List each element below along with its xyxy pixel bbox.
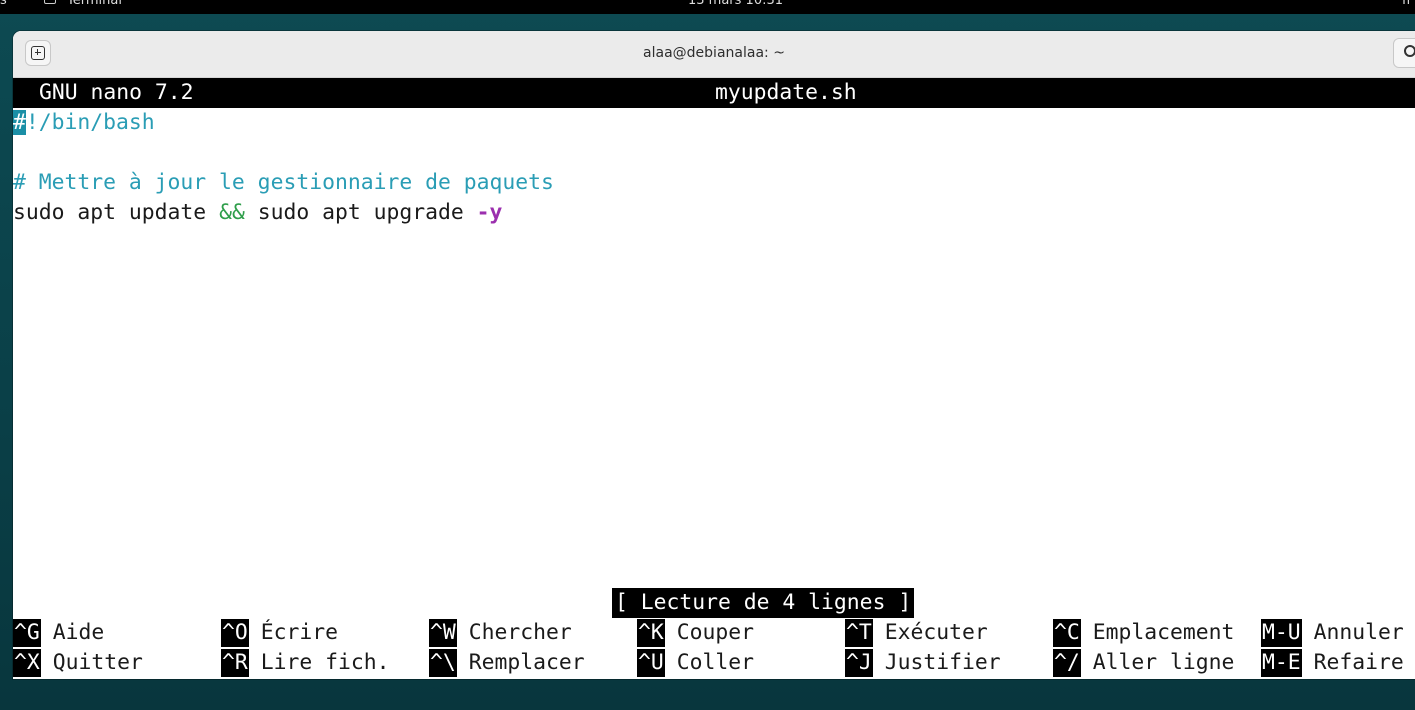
editor-line-command[interactable]: sudo apt update && sudo apt upgrade -y (13, 198, 502, 228)
shortcut-key: ^W (429, 619, 457, 647)
shortcut-label: Remplacer (468, 650, 585, 675)
shortcut-cut[interactable]: ^K Couper (637, 618, 754, 648)
shortcut-label: Annuler (1313, 620, 1404, 645)
app-menu-label[interactable]: Terminal (67, 0, 122, 8)
shortcut-key: ^U (637, 649, 665, 677)
command-part-1: sudo apt update (13, 200, 220, 225)
shortcut-label: Justifier (884, 650, 1001, 675)
nano-version: GNU nano 7.2 (39, 80, 194, 105)
shortcut-read-file[interactable]: ^R Lire fich. (221, 648, 390, 678)
window-title: alaa@debianalaa: ~ (643, 45, 785, 61)
shortcut-label: Aide (52, 620, 105, 645)
shortcut-label: Coller (676, 650, 755, 675)
window-titlebar[interactable]: alaa@debianalaa: ~ (13, 31, 1415, 78)
shortcut-key: ^/ (1053, 649, 1081, 677)
command-part-2: sudo apt upgrade (244, 200, 477, 225)
nano-status-message: [ Lecture de 4 lignes ] (612, 588, 915, 618)
shortcut-label: Refaire (1313, 650, 1404, 675)
search-icon (1404, 45, 1415, 57)
terminal-content[interactable]: GNU nano 7.2 myupdate.sh #!/bin/bash # M… (13, 78, 1415, 679)
search-button[interactable] (1393, 38, 1415, 68)
shortcut-write[interactable]: ^O Écrire (221, 618, 338, 648)
shortcut-exit[interactable]: ^X Quitter (13, 648, 143, 678)
shortcut-key: ^K (637, 619, 665, 647)
shortcut-key: ^R (221, 649, 249, 677)
shortcut-location[interactable]: ^C Emplacement (1053, 618, 1234, 648)
terminal-app-icon (44, 0, 56, 4)
shortcut-key: M-E (1261, 649, 1302, 677)
gnome-top-bar: s Terminal 13 mars 10:31 fr (0, 0, 1415, 14)
editor-line-comment[interactable]: # Mettre à jour le gestionnaire de paque… (13, 168, 554, 198)
shortcut-search[interactable]: ^W Chercher (429, 618, 572, 648)
shortcut-justify[interactable]: ^J Justifier (845, 648, 1001, 678)
shortcut-label: Quitter (52, 650, 143, 675)
editor-line-shebang[interactable]: #!/bin/bash (13, 108, 155, 138)
shortcut-go-to-line[interactable]: ^/ Aller ligne (1053, 648, 1234, 678)
shortcut-key: ^\ (429, 649, 457, 677)
shortcut-label: Aller ligne (1092, 650, 1235, 675)
shortcut-key: ^O (221, 619, 249, 647)
shortcut-key: M-U (1261, 619, 1302, 647)
shortcut-undo[interactable]: M-U Annuler (1261, 618, 1404, 648)
shebang-text: !/bin/bash (25, 110, 155, 135)
shortcut-label: Couper (676, 620, 755, 645)
shortcut-execute[interactable]: ^T Exécuter (845, 618, 988, 648)
shortcut-key: ^C (1053, 619, 1081, 647)
clock[interactable]: 13 mars 10:31 (688, 0, 783, 8)
shortcut-label: Écrire (260, 620, 339, 645)
text-cursor: # (13, 110, 26, 135)
activities-button[interactable]: s (0, 0, 7, 8)
shortcut-replace[interactable]: ^\ Remplacer (429, 648, 585, 678)
shortcut-label: Emplacement (1092, 620, 1235, 645)
shortcut-label: Exécuter (884, 620, 988, 645)
shortcut-label: Lire fich. (260, 650, 390, 675)
input-language-indicator[interactable]: fr (1402, 0, 1412, 8)
shortcut-redo[interactable]: M-E Refaire (1261, 648, 1404, 678)
nano-filename: myupdate.sh (715, 80, 857, 105)
shortcut-key: ^J (845, 649, 873, 677)
shortcut-help[interactable]: ^G Aide (13, 618, 104, 648)
shortcut-label: Chercher (468, 620, 572, 645)
shortcut-paste[interactable]: ^U Coller (637, 648, 754, 678)
command-operator: && (219, 200, 245, 225)
shortcut-key: ^X (13, 649, 41, 677)
terminal-window: alaa@debianalaa: ~ GNU nano 7.2 myupdate… (13, 31, 1415, 679)
shortcut-key: ^G (13, 619, 41, 647)
nano-header-bar: GNU nano 7.2 myupdate.sh (13, 78, 1415, 108)
command-flag: -y (476, 200, 503, 225)
shortcut-key: ^T (845, 619, 873, 647)
